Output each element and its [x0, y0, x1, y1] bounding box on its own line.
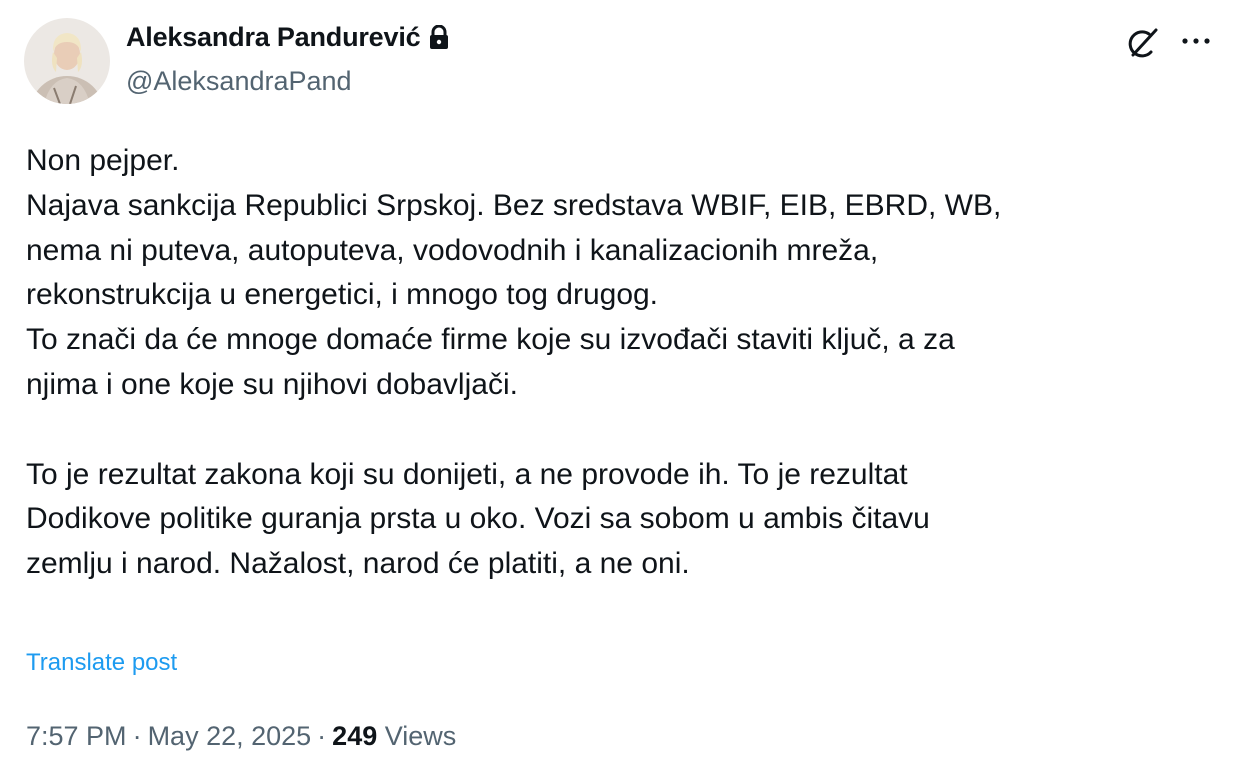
meta-separator: ·	[132, 721, 142, 751]
post-text-line: To je rezultat zakona koji su donijeti, …	[26, 457, 908, 491]
grok-icon[interactable]	[1122, 24, 1162, 64]
author-name[interactable]: Aleksandra Pandurević	[126, 22, 421, 53]
views-count[interactable]: 249	[332, 721, 377, 751]
post-text-line: Non pejper.	[26, 144, 180, 177]
lock-icon	[428, 24, 450, 51]
translate-post-link[interactable]: Translate post	[26, 649, 177, 677]
author-handle[interactable]: @AleksandraPand	[126, 66, 352, 97]
author-name-row[interactable]: Aleksandra Pandurević	[126, 22, 450, 53]
meta-separator: ·	[317, 721, 327, 751]
post-date[interactable]: May 22, 2025	[148, 721, 312, 751]
post-text-line: Najava sankcija Republici Srpskoj. Bez s…	[26, 188, 1002, 222]
post-text-line: njima i one koje su njihovi dobavljači.	[26, 367, 518, 401]
post-text-line: To znači da će mnoge domaće firme koje s…	[26, 323, 955, 357]
avatar-image	[24, 18, 110, 104]
post-time[interactable]: 7:57 PM	[26, 721, 127, 751]
paragraph-break	[26, 408, 1206, 453]
views-label[interactable]: Views	[385, 721, 457, 751]
post-text-line: rekonstrukcija u energetici, i mnogo tog…	[26, 278, 659, 312]
more-icon[interactable]	[1178, 26, 1214, 56]
post-text: Non pejper. Najava sankcija Republici Sr…	[26, 139, 1206, 587]
post-text-line: nema ni puteva, autoputeva, vodovodnih i…	[26, 233, 879, 267]
avatar[interactable]	[24, 18, 110, 104]
post-card: Aleksandra Pandurević @AleksandraPand No…	[0, 0, 1235, 775]
post-meta: 7:57 PM · May 22, 2025 · 249 Views	[26, 721, 456, 752]
post-text-line: zemlju i narod. Nažalost, narod će plati…	[26, 547, 690, 581]
post-text-line: Dodikove politike guranja prsta u oko. V…	[26, 502, 930, 536]
